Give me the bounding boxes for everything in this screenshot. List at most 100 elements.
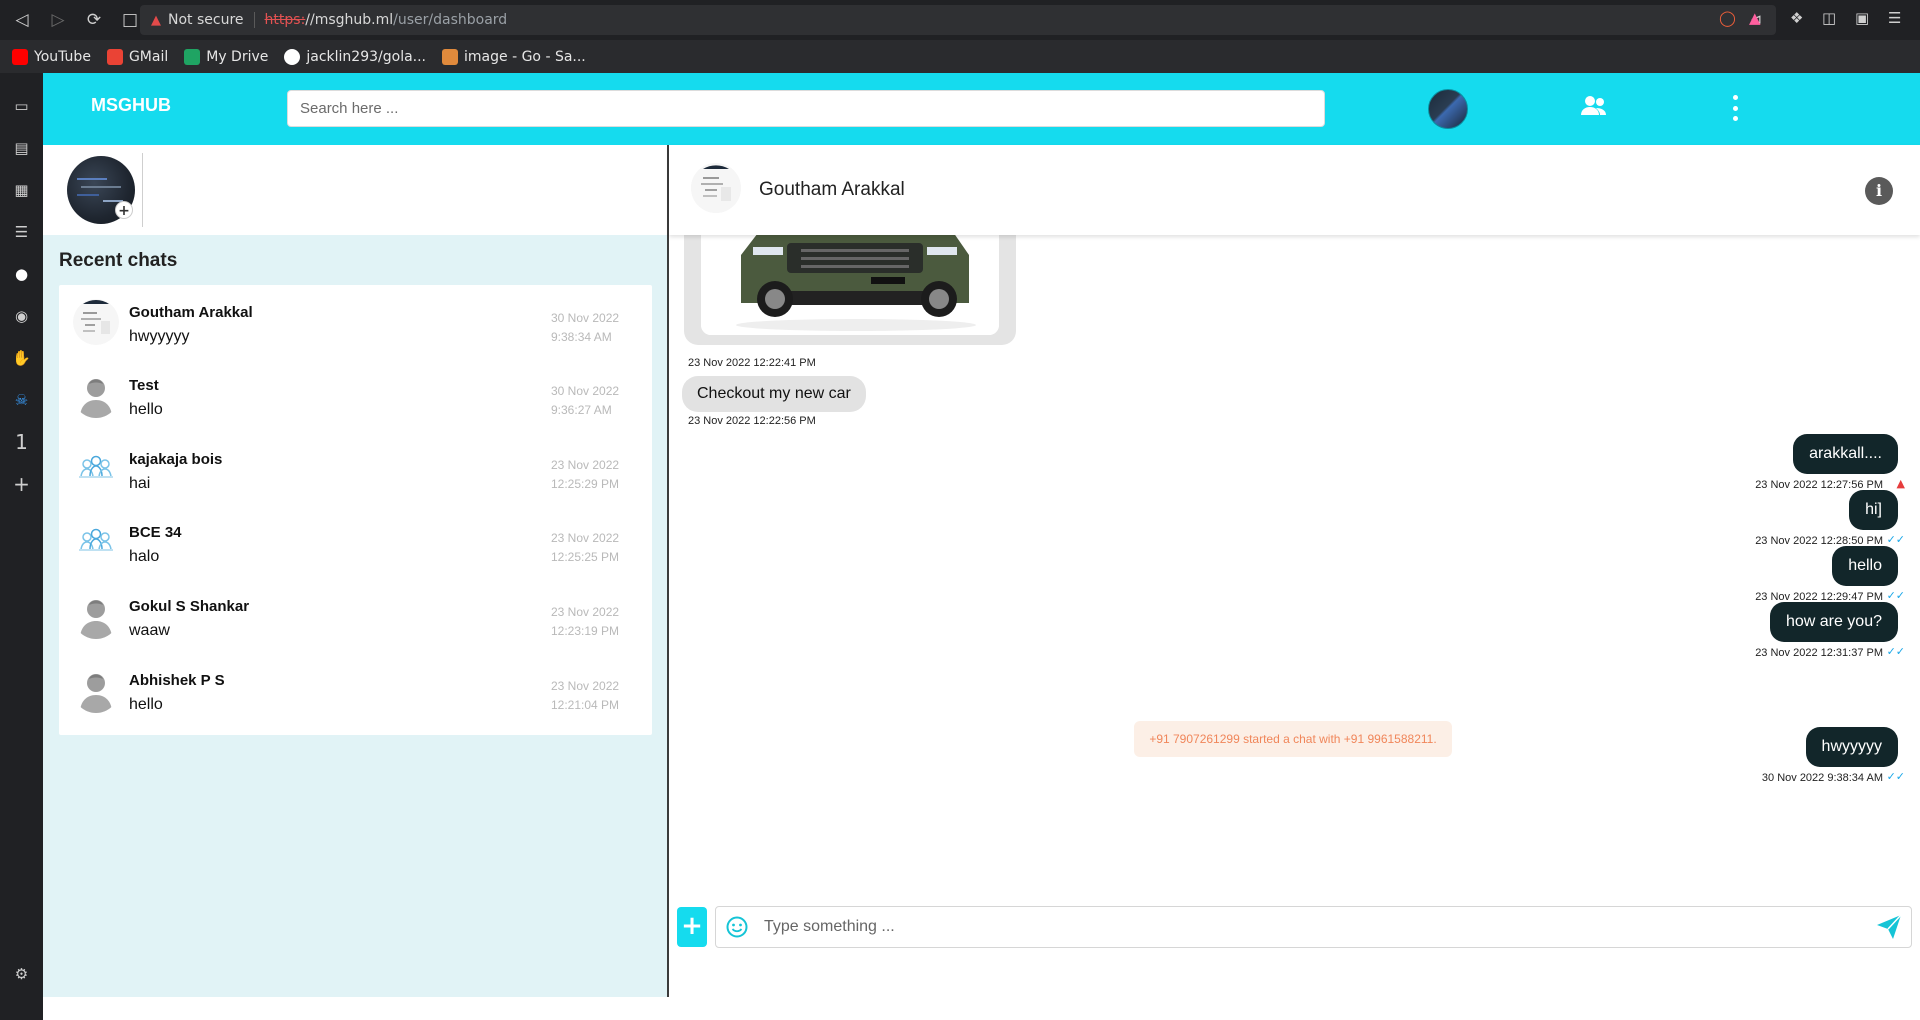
chat-list-item[interactable]: Abhishek P S hello 23 Nov 2022 12:21:04 PM — [59, 653, 652, 735]
user-avatar[interactable] — [1428, 89, 1468, 129]
bookmark-my-drive[interactable]: My Drive — [184, 48, 268, 65]
contact-avatar[interactable] — [691, 163, 741, 213]
outgoing-message: arakkall.... — [1793, 434, 1898, 474]
chat-date: 23 Nov 2022 — [551, 531, 620, 545]
message-timestamp: 23 Nov 2022 12:31:37 PM — [1755, 647, 1883, 659]
chat-list-item[interactable]: Gokul S Shankar waaw 23 Nov 2022 12:23:19 P… — [59, 579, 652, 661]
extensions-icon[interactable]: ❖ — [1790, 9, 1803, 27]
incoming-message: Checkout my new car — [682, 376, 866, 412]
group-avatar — [73, 446, 119, 492]
change-avatar-icon[interactable]: + — [115, 201, 133, 219]
default-avatar — [73, 372, 119, 418]
chat-timestamp: 23 Nov 2022 12:25:25 PM — [551, 529, 641, 567]
chat-time: 12:21:04 PM — [551, 698, 620, 712]
info-icon[interactable]: i — [1865, 177, 1893, 205]
system-message: +91 7907261299 started a chat with +91 9… — [1134, 721, 1452, 757]
message-input-box[interactable] — [715, 906, 1912, 948]
youtube-icon — [12, 48, 28, 65]
bookmark-gmail[interactable]: GMail — [106, 48, 168, 65]
back-icon[interactable]: ◁ — [8, 6, 36, 34]
forward-icon[interactable]: ▷ — [44, 6, 72, 34]
settings-icon[interactable]: ⚙ — [0, 953, 43, 995]
message-timestamp: 30 Nov 2022 9:38:34 AM — [1761, 772, 1883, 784]
read-check-icon: ✓✓ — [1886, 533, 1905, 546]
contact-avatar — [73, 299, 119, 345]
video-icon[interactable]: ▭ — [0, 85, 43, 127]
contacts-icon[interactable] — [1579, 93, 1609, 121]
chat-last-message: halo — [129, 548, 160, 565]
read-check-icon: ✓✓ — [1886, 645, 1905, 658]
rewards-icon[interactable]: ▲ — [1749, 9, 1761, 27]
send-icon[interactable] — [1876, 914, 1902, 940]
car-image[interactable] — [701, 235, 999, 335]
chat-date: 23 Nov 2022 — [551, 605, 620, 619]
search-input[interactable] — [287, 90, 1325, 127]
chat-time: 12:25:25 PM — [551, 550, 620, 564]
chat-list-item[interactable]: Goutham Arakkal hwyyyyy 30 Nov 2022 9:38:34… — [59, 285, 652, 367]
chat-time: 9:38:34 AM — [551, 330, 612, 344]
bookmarks-sidebar-icon[interactable]: ▦ — [0, 169, 43, 211]
chat-name: Gokul S Shankar — [129, 598, 250, 615]
attach-button[interactable]: + — [677, 907, 707, 947]
msghub-app: MSGHUB + Recent chats Goutham Arakkal hwy… — [43, 73, 1920, 997]
chat-list-item[interactable]: kajakaja bois hai 23 Nov 2022 12:25:29 PM — [59, 432, 652, 514]
one-icon[interactable]: 1 — [0, 421, 43, 463]
message-timestamp: 23 Nov 2022 12:22:56 PM — [688, 415, 816, 427]
status-bar — [43, 997, 1920, 1020]
wallet-sidebar-icon[interactable]: ▤ — [0, 127, 43, 169]
chat-list-item[interactable]: BCE 34 halo 23 Nov 2022 12:25:25 PM — [59, 505, 652, 587]
chat-time: 12:23:19 PM — [551, 624, 620, 638]
security-warning: Not secure — [168, 12, 244, 28]
menu-icon[interactable]: ☰ — [1888, 9, 1901, 27]
github-icon — [284, 48, 301, 65]
brave-shield-icon[interactable]: ◯ — [1719, 9, 1736, 27]
url-path: /user/dashboard — [393, 12, 508, 28]
chat-name: kajakaja bois — [129, 451, 223, 468]
chat-time: 9:36:27 AM — [551, 403, 612, 417]
chat-date: 30 Nov 2022 — [551, 311, 620, 325]
reload-icon[interactable]: ⟳ — [80, 6, 108, 34]
bookmark-github[interactable]: jacklin293/gola... — [284, 48, 426, 65]
image-message[interactable] — [684, 235, 1016, 345]
wallet-icon[interactable]: ▣ — [1855, 9, 1869, 27]
drive-icon — [184, 48, 201, 65]
message-input[interactable] — [764, 914, 1844, 940]
chat-last-message: waaw — [129, 622, 170, 639]
chat-name: Abhishek P S — [129, 672, 225, 689]
profile-bar: + — [43, 145, 667, 235]
conversation-panel: Goutham Arakkal i 23 Nov 2022 12:22:41 P… — [669, 145, 1920, 997]
app-header: MSGHUB — [43, 73, 1920, 145]
conversation-header: Goutham Arakkal i — [669, 145, 1920, 235]
github-sidebar-icon[interactable]: ◉ — [0, 295, 43, 337]
outgoing-message: hwyyyyy — [1805, 727, 1898, 767]
add-panel-icon[interactable]: + — [0, 463, 43, 505]
image-icon — [442, 48, 459, 65]
default-avatar — [73, 667, 119, 713]
message-timestamp: 23 Nov 2022 12:22:41 PM — [688, 357, 816, 369]
outgoing-message: hi] — [1849, 490, 1898, 530]
outgoing-message: how are you? — [1769, 602, 1898, 642]
chat-timestamp: 30 Nov 2022 9:38:34 AM — [551, 309, 641, 347]
bookmark-image-go[interactable]: image - Go - Sa... — [442, 48, 586, 65]
chat-time: 12:25:29 PM — [551, 477, 620, 491]
chat-date: 30 Nov 2022 — [551, 384, 620, 398]
pirate-icon[interactable]: ☠ — [0, 379, 43, 421]
bookmark-youtube[interactable]: YouTube — [12, 48, 91, 65]
url-scheme: https: — [264, 12, 306, 28]
warning-icon: ▲ — [151, 12, 161, 28]
emoji-icon[interactable] — [726, 916, 748, 938]
chat-timestamp: 23 Nov 2022 12:21:04 PM — [551, 677, 641, 715]
reading-list-icon[interactable]: ☰ — [0, 211, 43, 253]
bookmarks-bar: YouTube GMail My Drive jacklin293/gola..… — [0, 40, 1920, 73]
chat-list-item[interactable]: Test hello 30 Nov 2022 9:36:27 AM — [59, 358, 652, 440]
address-bar[interactable]: ▲ Not secure https://msghub.ml/user/dash… — [140, 5, 1776, 35]
medium-icon[interactable]: ● — [0, 253, 43, 295]
chat-name: Test — [129, 377, 159, 394]
group-avatar — [73, 519, 119, 565]
outgoing-message: hello — [1832, 546, 1898, 586]
sidebar-toggle-icon[interactable]: ◫ — [1822, 9, 1836, 27]
hand-icon[interactable]: ✋ — [0, 337, 43, 379]
chat-list-panel: + Recent chats Goutham Arakkal hwyyyyy 30 … — [43, 145, 669, 997]
brand-logo[interactable]: MSGHUB — [91, 95, 171, 116]
more-options-icon[interactable] — [1727, 95, 1743, 121]
